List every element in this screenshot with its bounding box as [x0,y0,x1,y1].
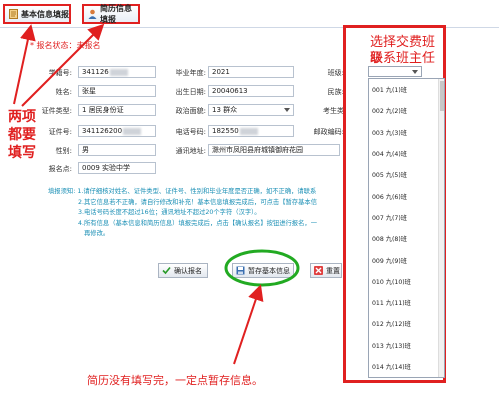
arrow-to-save-button [233,284,264,365]
save-button-highlight [224,249,300,287]
arrow-to-resume-tab [21,23,105,107]
arrow-to-basic-tab [13,24,36,105]
annotation-overlay [13,23,300,365]
